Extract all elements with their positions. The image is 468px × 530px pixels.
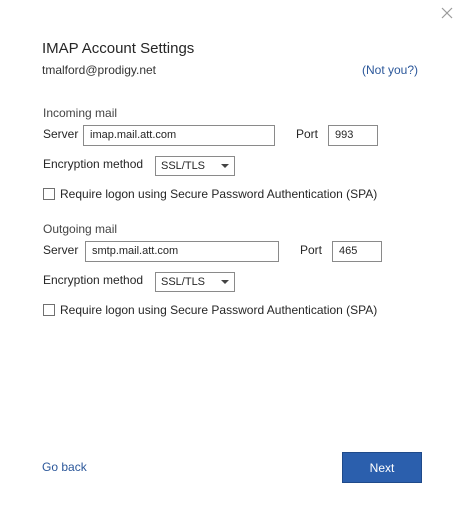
next-button[interactable]: Next — [342, 452, 422, 483]
outgoing-encryption-label: Encryption method — [43, 273, 144, 287]
incoming-spa-checkbox[interactable] — [43, 188, 55, 200]
incoming-port-label: Port — [296, 127, 319, 141]
go-back-link[interactable]: Go back — [42, 460, 87, 474]
outgoing-port-label: Port — [300, 243, 323, 257]
incoming-mail-heading: Incoming mail — [43, 106, 118, 120]
close-icon[interactable] — [440, 6, 454, 20]
outgoing-spa-label: Require logon using Secure Password Auth… — [60, 303, 378, 317]
incoming-server-label: Server — [43, 127, 79, 141]
outgoing-server-input[interactable]: smtp.mail.att.com — [85, 241, 279, 262]
outgoing-encryption-select[interactable]: SSL/TLS — [155, 272, 235, 292]
dialog-title: IMAP Account Settings — [42, 40, 195, 57]
outgoing-mail-heading: Outgoing mail — [43, 222, 118, 236]
chevron-down-icon — [221, 164, 229, 168]
outgoing-server-label: Server — [43, 243, 79, 257]
incoming-encryption-value: SSL/TLS — [161, 160, 206, 172]
outgoing-encryption-value: SSL/TLS — [161, 276, 206, 288]
outgoing-spa-checkbox[interactable] — [43, 304, 55, 316]
outgoing-port-input[interactable]: 465 — [332, 241, 382, 262]
incoming-encryption-select[interactable]: SSL/TLS — [155, 156, 235, 176]
incoming-port-input[interactable]: 993 — [328, 125, 378, 146]
chevron-down-icon — [221, 280, 229, 284]
not-you-link[interactable]: (Not you?) — [362, 63, 418, 77]
incoming-spa-label: Require logon using Secure Password Auth… — [60, 187, 378, 201]
account-email: tmalford@prodigy.net — [42, 63, 157, 77]
incoming-server-input[interactable]: imap.mail.att.com — [83, 125, 275, 146]
incoming-encryption-label: Encryption method — [43, 157, 144, 171]
